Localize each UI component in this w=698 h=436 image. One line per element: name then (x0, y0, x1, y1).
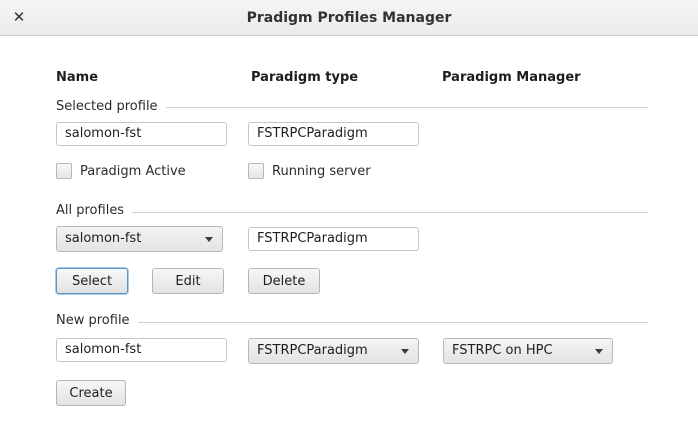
paradigm-active-label: Paradigm Active (80, 163, 186, 179)
select-button[interactable]: Select (56, 268, 128, 294)
dialog-content: Name Paradigm type Paradigm Manager Sele… (0, 36, 698, 436)
delete-button[interactable]: Delete (248, 268, 320, 294)
new-profile-manager-select[interactable]: FSTRPC on HPC (443, 338, 613, 364)
column-header-paradigm-type: Paradigm type (251, 70, 359, 85)
new-profile-name-field[interactable]: salomon-fst (56, 338, 227, 362)
all-profiles-type-field[interactable]: FSTRPCParadigm (248, 227, 419, 251)
running-server-checkbox[interactable] (248, 163, 264, 179)
create-button[interactable]: Create (56, 380, 126, 406)
chevron-down-icon (595, 349, 603, 354)
window-title: Pradigm Profiles Manager (246, 10, 452, 26)
new-profile-type-select-value: FSTRPCParadigm (257, 343, 368, 358)
column-header-paradigm-manager: Paradigm Manager (442, 70, 581, 85)
window-titlebar: ✕ Pradigm Profiles Manager (0, 0, 698, 36)
section-label-selected-profile: Selected profile (56, 99, 166, 114)
section-divider-new (56, 322, 648, 323)
running-server-checkbox-row[interactable]: Running server (248, 163, 371, 179)
chevron-down-icon (401, 349, 409, 354)
section-label-all-profiles: All profiles (56, 203, 133, 218)
new-profile-manager-select-value: FSTRPC on HPC (452, 343, 553, 358)
all-profiles-select-value: salomon-fst (65, 231, 142, 246)
all-profiles-select[interactable]: salomon-fst (56, 226, 223, 252)
paradigm-active-checkbox[interactable] (56, 163, 72, 179)
running-server-label: Running server (272, 163, 371, 179)
selected-profile-name-field[interactable]: salomon-fst (56, 122, 227, 146)
edit-button[interactable]: Edit (152, 268, 224, 294)
section-label-new-profile: New profile (56, 313, 138, 328)
new-profile-type-select[interactable]: FSTRPCParadigm (248, 338, 419, 364)
selected-profile-type-field[interactable]: FSTRPCParadigm (248, 122, 419, 146)
section-divider-all (56, 212, 648, 213)
chevron-down-icon (205, 237, 213, 242)
paradigm-active-checkbox-row[interactable]: Paradigm Active (56, 163, 186, 179)
column-header-name: Name (56, 70, 99, 85)
